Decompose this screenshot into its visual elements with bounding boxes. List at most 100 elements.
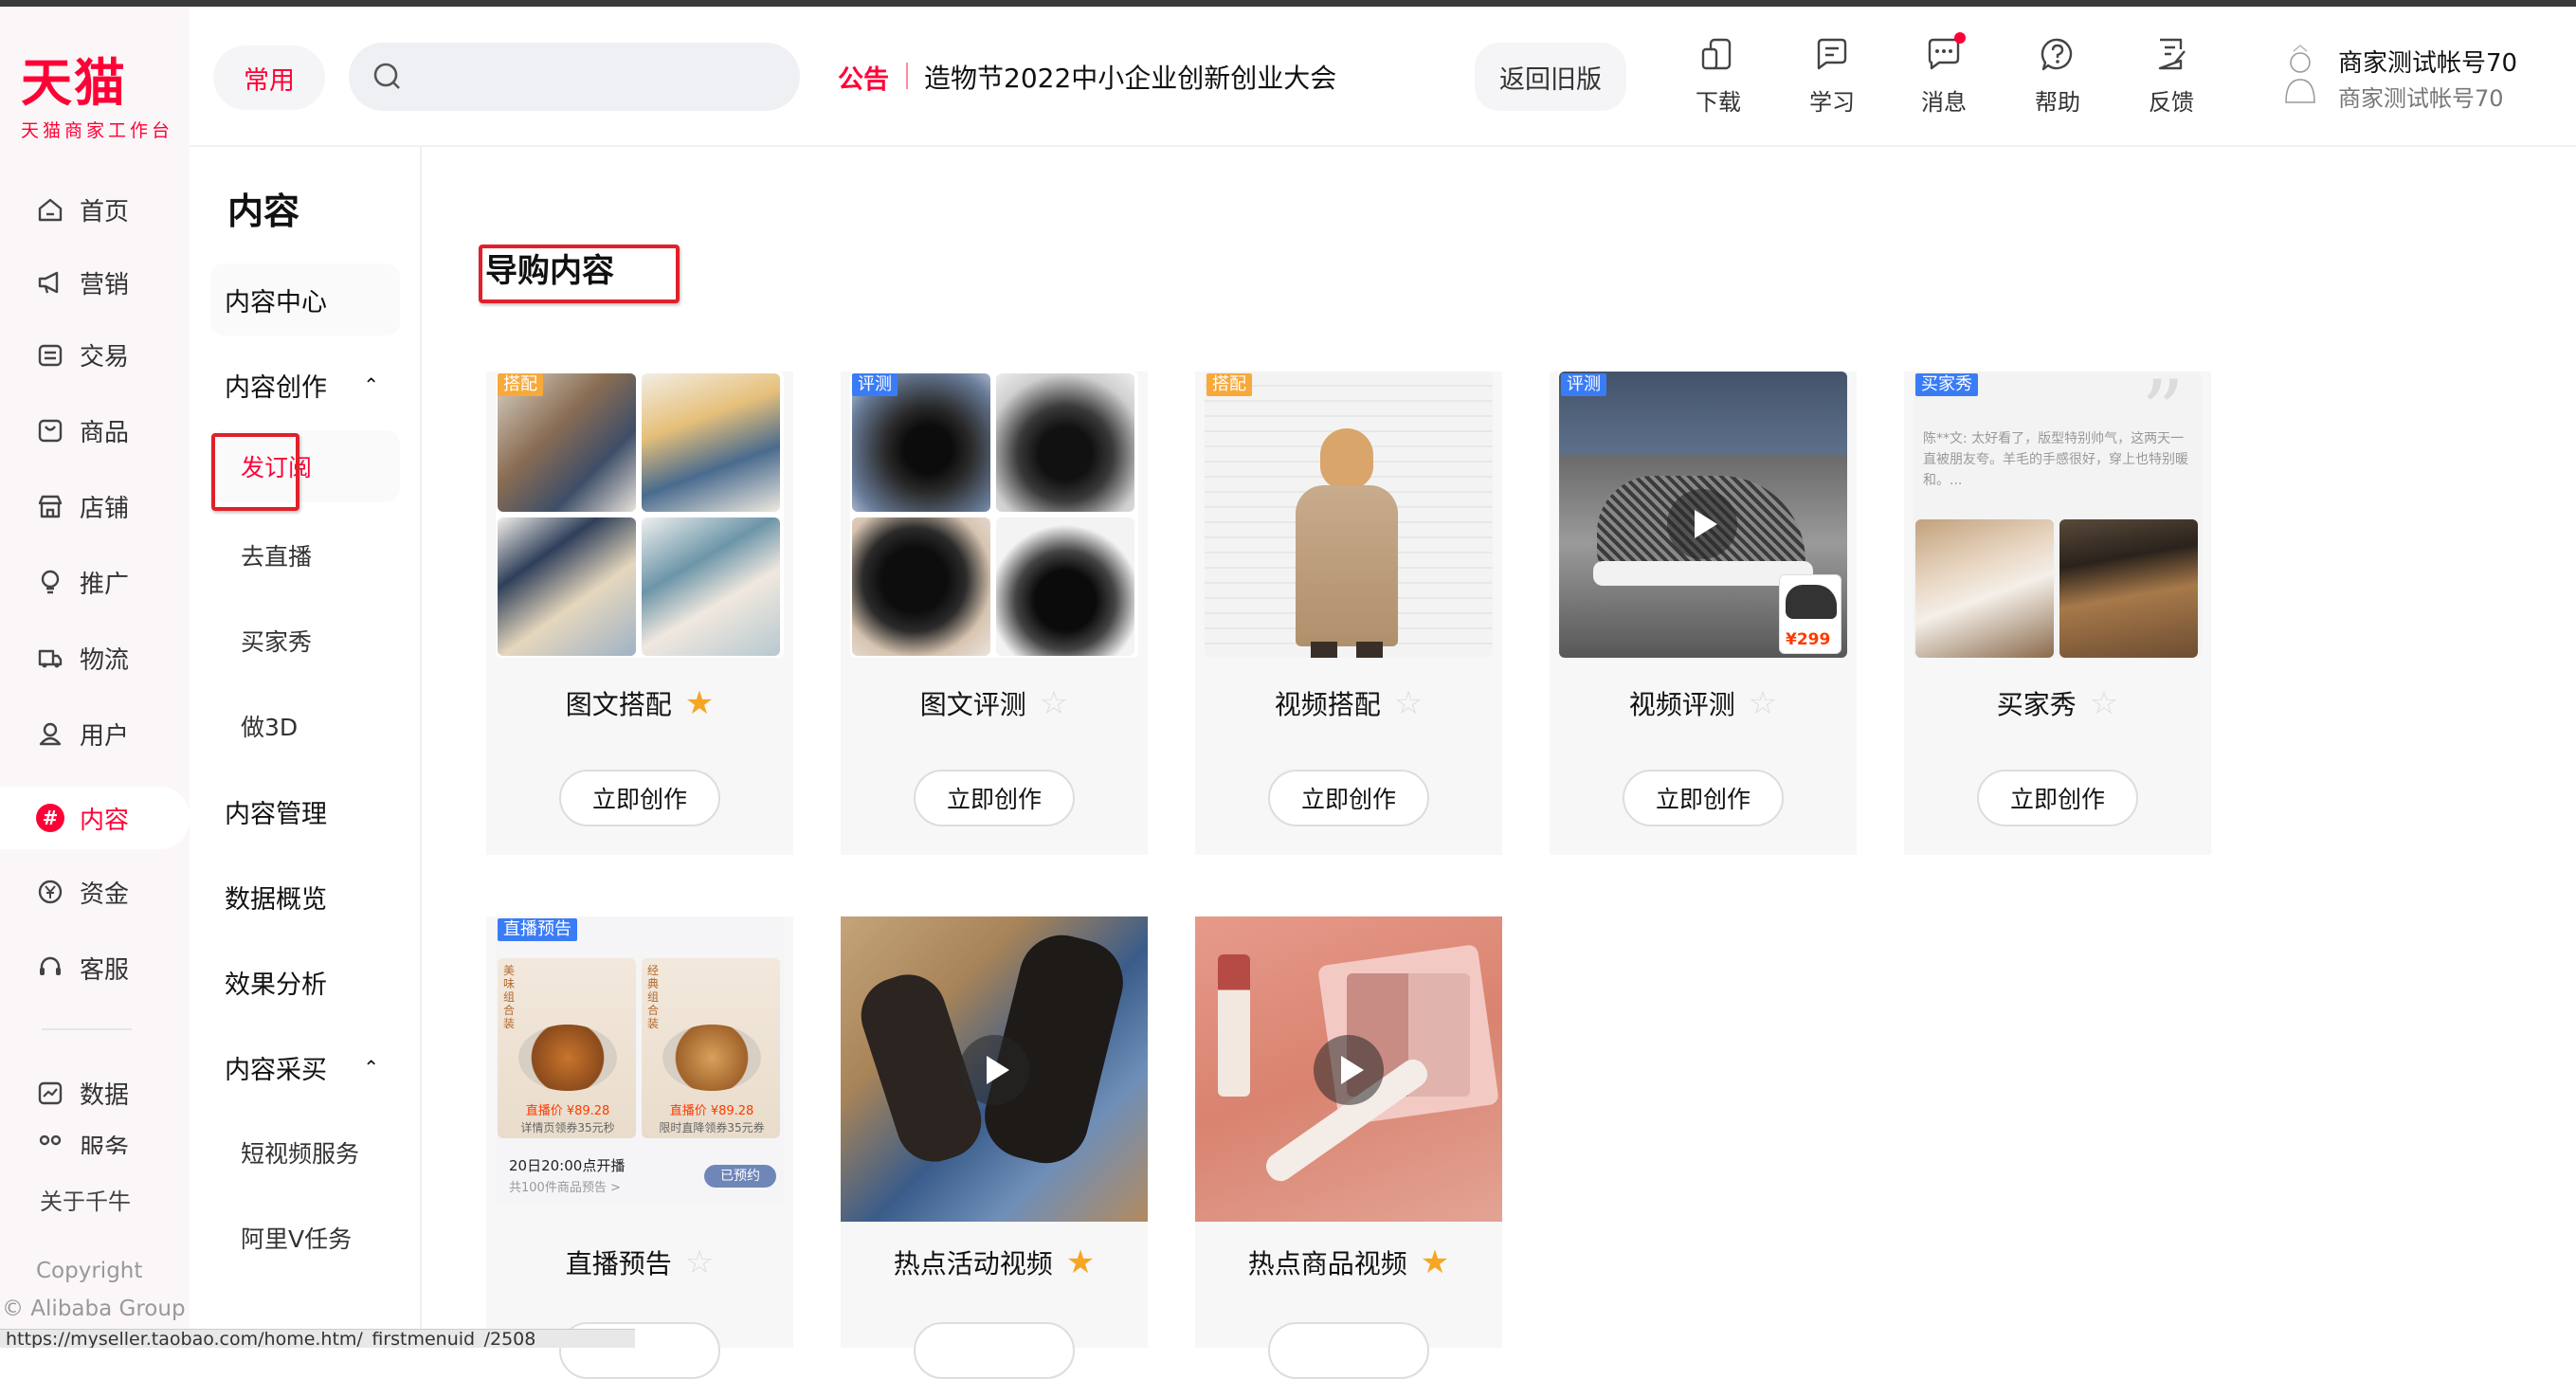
card-thumbnail: ” 陈**文: 太好看了，版型特别帅气，这两天一直被朋友夸。羊毛的手感很好，穿上…: [1914, 372, 2202, 658]
nav-item-data[interactable]: 数据: [0, 1063, 190, 1122]
star-icon[interactable]: ★: [1066, 1246, 1095, 1279]
nav-item-home[interactable]: 首页: [0, 180, 190, 239]
card-title: 图文评测 ☆: [841, 684, 1148, 722]
card-video-review[interactable]: ¥299 评测 视频评测 ☆ 立即创作: [1550, 372, 1857, 855]
nav-item-content[interactable]: # 内容: [0, 787, 190, 849]
subnav-data-overview[interactable]: 数据概览: [210, 861, 400, 933]
nav-item-service[interactable]: 服务: [0, 1135, 190, 1154]
card-thumbnail: [850, 372, 1138, 658]
common-button[interactable]: 常用: [213, 45, 325, 110]
subnav-content-center[interactable]: 内容中心: [210, 263, 400, 336]
card-hot-activity-video[interactable]: 热点活动视频 ★: [841, 916, 1148, 1379]
chart-icon: [36, 1079, 64, 1107]
card-title: 图文搭配 ★: [486, 684, 793, 722]
search-bar[interactable]: [349, 43, 800, 111]
tmall-logo[interactable]: 天猫 天猫商家工作台: [21, 54, 172, 158]
play-icon: [959, 1035, 1029, 1105]
nav-item-marketing[interactable]: 营销: [0, 253, 190, 312]
back-to-old-version-button[interactable]: 返回旧版: [1475, 43, 1626, 111]
card-live-preview[interactable]: 美味组合装 直播价 ¥89.28 详情页领券35元秒 经典组合装 直播价 ¥89…: [486, 916, 793, 1379]
account-subname: 商家测试帐号70: [2338, 85, 2504, 112]
notice-label: 公告: [838, 65, 889, 95]
browser-status-url: https://myseller.taobao.com/home.htm/_fi…: [0, 1329, 635, 1348]
browser-top-edge: [0, 0, 2576, 7]
star-icon[interactable]: ★: [685, 687, 714, 719]
notice-link[interactable]: 造物节2022中小企业创新创业大会: [924, 58, 1336, 96]
nav-label: 推广: [80, 570, 130, 599]
reserved-badge: 已预约: [704, 1165, 776, 1188]
subnav-short-video-service[interactable]: 短视频服务: [210, 1116, 400, 1188]
nav-label: 首页: [80, 197, 130, 227]
star-icon[interactable]: ☆: [1749, 687, 1777, 719]
subnav-label: 去直播: [241, 543, 313, 571]
card-title-text: 视频搭配: [1274, 689, 1381, 720]
play-icon: [1314, 1035, 1384, 1105]
tool-help[interactable]: 帮助: [2020, 36, 2095, 121]
nav-item-customer-service[interactable]: 客服: [0, 938, 190, 997]
create-now-button[interactable]: 立即创作: [1977, 770, 2138, 826]
about-qianniu-link[interactable]: 关于千牛: [40, 1183, 131, 1216]
create-now-button[interactable]: [914, 1322, 1075, 1379]
subnav-buyer-show[interactable]: 买家秀: [210, 605, 400, 677]
card-title-text: 图文评测: [919, 689, 1026, 720]
star-icon[interactable]: ☆: [2090, 687, 2118, 719]
card-video-outfit[interactable]: 搭配 视频搭配 ☆ 立即创作: [1195, 372, 1502, 855]
star-icon[interactable]: ★: [1421, 1246, 1449, 1279]
nav-label: 用户: [80, 721, 130, 751]
nav-item-product[interactable]: 商品: [0, 401, 190, 460]
search-icon: [373, 63, 400, 89]
tool-learn[interactable]: 学习: [1794, 36, 1870, 121]
card-graphic-review[interactable]: 评测 图文评测 ☆ 立即创作: [841, 372, 1148, 855]
card-tag: 评测: [852, 373, 898, 396]
card-tag: 买家秀: [1915, 373, 1978, 396]
tool-label: 反馈: [2149, 89, 2194, 116]
subnav-ali-v-task[interactable]: 阿里V任务: [210, 1202, 400, 1274]
subnav-content-purchase[interactable]: 内容采买 ⌃: [210, 1031, 400, 1103]
nav-label: 交易: [80, 342, 130, 372]
nav-item-logistics[interactable]: 物流: [0, 628, 190, 687]
star-icon[interactable]: ☆: [685, 1246, 714, 1279]
tool-download[interactable]: 下载: [1680, 36, 1756, 121]
tool-feedback[interactable]: 反馈: [2133, 36, 2209, 121]
subnav-effect-analysis[interactable]: 效果分析: [210, 946, 400, 1018]
notice-divider: [906, 63, 908, 89]
shop-icon: [36, 492, 64, 520]
subnav-make-3d[interactable]: 做3D: [210, 690, 400, 762]
subnav-content-management[interactable]: 内容管理: [210, 775, 400, 847]
card-title-text: 直播预告: [565, 1248, 672, 1279]
card-hot-product-video[interactable]: 热点商品视频 ★: [1195, 916, 1502, 1379]
star-icon[interactable]: ☆: [1394, 687, 1423, 719]
card-title: 热点商品视频 ★: [1195, 1243, 1502, 1281]
subnav-go-live[interactable]: 去直播: [210, 519, 400, 591]
card-tag: 评测: [1561, 373, 1606, 396]
search-input[interactable]: [413, 64, 773, 90]
account-name[interactable]: 商家测试帐号70: [2338, 44, 2517, 79]
buyer-review-text: 陈**文: 太好看了，版型特别帅气，这两天一直被朋友夸。羊毛的手感很好，穿上也特…: [1923, 431, 2188, 488]
card-graphic-outfit[interactable]: 搭配 图文搭配 ★ 立即创作: [486, 372, 793, 855]
live-item-count: 共100件商品预告 >: [509, 1181, 621, 1195]
logo-subtitle: 天猫商家工作台: [21, 120, 174, 141]
nav-item-trade[interactable]: 交易: [0, 325, 190, 384]
nav-item-users[interactable]: 用户: [0, 704, 190, 763]
create-now-button[interactable]: 立即创作: [559, 770, 720, 826]
tool-label: 学习: [1809, 89, 1855, 116]
nav-label: 资金: [80, 880, 130, 909]
preview-right-note: 限时直降领券35元券: [659, 1121, 765, 1134]
card-thumbnail: [1195, 916, 1502, 1222]
star-icon[interactable]: ☆: [1040, 687, 1068, 719]
nav-item-promote[interactable]: 推广: [0, 553, 190, 611]
subnav-content-creation[interactable]: 内容创作 ⌃: [210, 349, 400, 421]
card-buyer-show[interactable]: ” 陈**文: 太好看了，版型特别帅气，这两天一直被朋友夸。羊毛的手感很好，穿上…: [1904, 372, 2211, 855]
card-title-text: 买家秀: [1996, 689, 2077, 720]
create-now-button[interactable]: 立即创作: [914, 770, 1075, 826]
create-now-button[interactable]: 立即创作: [1268, 770, 1429, 826]
nav-item-funds[interactable]: 资金: [0, 862, 190, 921]
tool-messages[interactable]: 消息: [1906, 32, 1982, 121]
trade-icon: [36, 340, 64, 369]
account-avatar[interactable]: [2278, 44, 2322, 108]
card-thumbnail: [1205, 372, 1493, 658]
create-now-button[interactable]: 立即创作: [1623, 770, 1784, 826]
nav-item-shop[interactable]: 店铺: [0, 477, 190, 535]
create-now-button[interactable]: [1268, 1322, 1429, 1379]
nav-label: 营销: [80, 270, 130, 299]
